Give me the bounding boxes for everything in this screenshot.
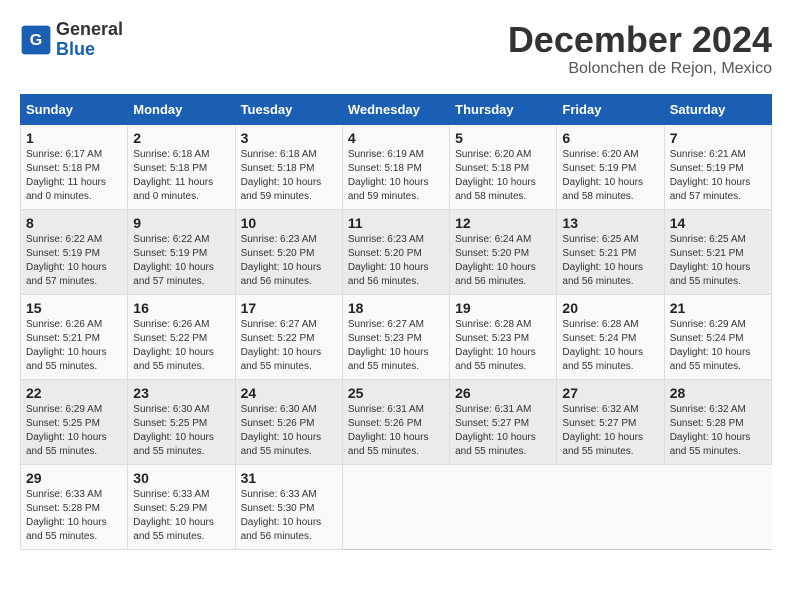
- table-row: 25Sunrise: 6:31 AMSunset: 5:26 PMDayligh…: [342, 379, 449, 464]
- col-thursday: Thursday: [450, 94, 557, 124]
- calendar-week-5: 29Sunrise: 6:33 AMSunset: 5:28 PMDayligh…: [21, 464, 772, 549]
- table-row: 9Sunrise: 6:22 AMSunset: 5:19 PMDaylight…: [128, 209, 235, 294]
- table-row: 10Sunrise: 6:23 AMSunset: 5:20 PMDayligh…: [235, 209, 342, 294]
- table-row: 23Sunrise: 6:30 AMSunset: 5:25 PMDayligh…: [128, 379, 235, 464]
- table-row: 21Sunrise: 6:29 AMSunset: 5:24 PMDayligh…: [664, 294, 771, 379]
- col-monday: Monday: [128, 94, 235, 124]
- table-row: 17Sunrise: 6:27 AMSunset: 5:22 PMDayligh…: [235, 294, 342, 379]
- table-row: 27Sunrise: 6:32 AMSunset: 5:27 PMDayligh…: [557, 379, 664, 464]
- col-saturday: Saturday: [664, 94, 771, 124]
- table-row: 26Sunrise: 6:31 AMSunset: 5:27 PMDayligh…: [450, 379, 557, 464]
- table-row: 30Sunrise: 6:33 AMSunset: 5:29 PMDayligh…: [128, 464, 235, 549]
- table-row: 28Sunrise: 6:32 AMSunset: 5:28 PMDayligh…: [664, 379, 771, 464]
- table-row: 5Sunrise: 6:20 AMSunset: 5:18 PMDaylight…: [450, 124, 557, 209]
- calendar-week-1: 1Sunrise: 6:17 AMSunset: 5:18 PMDaylight…: [21, 124, 772, 209]
- calendar-week-3: 15Sunrise: 6:26 AMSunset: 5:21 PMDayligh…: [21, 294, 772, 379]
- calendar-week-4: 22Sunrise: 6:29 AMSunset: 5:25 PMDayligh…: [21, 379, 772, 464]
- calendar-header-row: Sunday Monday Tuesday Wednesday Thursday…: [21, 94, 772, 124]
- table-row: [342, 464, 449, 549]
- col-sunday: Sunday: [21, 94, 128, 124]
- logo: G General Blue: [20, 20, 123, 60]
- table-row: 22Sunrise: 6:29 AMSunset: 5:25 PMDayligh…: [21, 379, 128, 464]
- page-header: G General Blue December 2024 Bolonchen d…: [20, 20, 772, 78]
- col-tuesday: Tuesday: [235, 94, 342, 124]
- table-row: 15Sunrise: 6:26 AMSunset: 5:21 PMDayligh…: [21, 294, 128, 379]
- table-row: 1Sunrise: 6:17 AMSunset: 5:18 PMDaylight…: [21, 124, 128, 209]
- month-title: December 2024: [508, 20, 772, 60]
- table-row: 4Sunrise: 6:19 AMSunset: 5:18 PMDaylight…: [342, 124, 449, 209]
- table-row: [450, 464, 557, 549]
- logo-text: General Blue: [56, 20, 123, 60]
- table-row: 19Sunrise: 6:28 AMSunset: 5:23 PMDayligh…: [450, 294, 557, 379]
- table-row: 29Sunrise: 6:33 AMSunset: 5:28 PMDayligh…: [21, 464, 128, 549]
- title-block: December 2024 Bolonchen de Rejon, Mexico: [508, 20, 772, 78]
- col-friday: Friday: [557, 94, 664, 124]
- location: Bolonchen de Rejon, Mexico: [508, 60, 772, 78]
- calendar-week-2: 8Sunrise: 6:22 AMSunset: 5:19 PMDaylight…: [21, 209, 772, 294]
- table-row: 3Sunrise: 6:18 AMSunset: 5:18 PMDaylight…: [235, 124, 342, 209]
- table-row: 11Sunrise: 6:23 AMSunset: 5:20 PMDayligh…: [342, 209, 449, 294]
- logo-icon: G: [20, 24, 52, 56]
- table-row: 7Sunrise: 6:21 AMSunset: 5:19 PMDaylight…: [664, 124, 771, 209]
- table-row: [557, 464, 664, 549]
- table-row: 18Sunrise: 6:27 AMSunset: 5:23 PMDayligh…: [342, 294, 449, 379]
- table-row: 8Sunrise: 6:22 AMSunset: 5:19 PMDaylight…: [21, 209, 128, 294]
- table-row: 31Sunrise: 6:33 AMSunset: 5:30 PMDayligh…: [235, 464, 342, 549]
- table-row: 14Sunrise: 6:25 AMSunset: 5:21 PMDayligh…: [664, 209, 771, 294]
- table-row: [664, 464, 771, 549]
- table-row: 6Sunrise: 6:20 AMSunset: 5:19 PMDaylight…: [557, 124, 664, 209]
- calendar-table: Sunday Monday Tuesday Wednesday Thursday…: [20, 94, 772, 550]
- logo-general: General: [56, 20, 123, 40]
- table-row: 20Sunrise: 6:28 AMSunset: 5:24 PMDayligh…: [557, 294, 664, 379]
- table-row: 12Sunrise: 6:24 AMSunset: 5:20 PMDayligh…: [450, 209, 557, 294]
- col-wednesday: Wednesday: [342, 94, 449, 124]
- logo-blue: Blue: [56, 40, 123, 60]
- table-row: 2Sunrise: 6:18 AMSunset: 5:18 PMDaylight…: [128, 124, 235, 209]
- table-row: 13Sunrise: 6:25 AMSunset: 5:21 PMDayligh…: [557, 209, 664, 294]
- svg-text:G: G: [30, 32, 42, 49]
- table-row: 24Sunrise: 6:30 AMSunset: 5:26 PMDayligh…: [235, 379, 342, 464]
- table-row: 16Sunrise: 6:26 AMSunset: 5:22 PMDayligh…: [128, 294, 235, 379]
